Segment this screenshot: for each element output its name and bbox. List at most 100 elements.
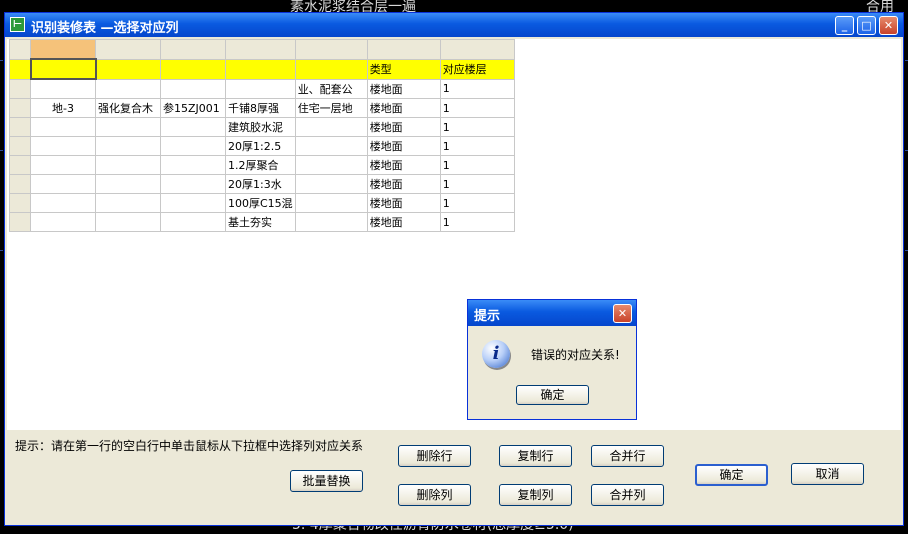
table-cell[interactable]: 20厚1:2.5 — [225, 136, 296, 156]
column-header-cell[interactable] — [95, 39, 161, 60]
table-cell[interactable] — [294, 212, 368, 232]
column-header-cell[interactable] — [294, 39, 368, 60]
table-cell[interactable] — [95, 193, 161, 213]
table-cell[interactable] — [30, 78, 96, 99]
table-cell[interactable] — [294, 155, 368, 175]
mapping-select-cell[interactable] — [95, 58, 161, 80]
row-header-cell[interactable] — [9, 58, 31, 80]
table-cell[interactable]: 千铺8厚强 — [225, 98, 296, 118]
table-cell[interactable]: 1 — [439, 155, 515, 175]
table-cell[interactable] — [30, 212, 96, 232]
row-header-cell[interactable] — [9, 136, 31, 156]
table-cell[interactable]: 楼地面 — [366, 98, 441, 118]
column-header-cell[interactable] — [225, 39, 296, 60]
table-cell[interactable] — [95, 212, 161, 232]
dialog-titlebar[interactable]: 提示 ✕ — [468, 300, 636, 326]
row-header-cell[interactable] — [9, 117, 31, 137]
table-cell[interactable]: 基土夯实 — [225, 212, 296, 232]
table-cell[interactable] — [95, 174, 161, 194]
ok-button[interactable]: 确定 — [695, 464, 768, 486]
table-cell[interactable] — [160, 174, 226, 194]
table-cell[interactable]: 1 — [439, 193, 515, 213]
table-cell[interactable]: 建筑胶水泥 — [225, 117, 296, 137]
app-icon: ⊢ — [10, 17, 25, 32]
copy-column-button[interactable]: 复制列 — [499, 484, 572, 506]
table-cell[interactable] — [225, 78, 296, 99]
row-header-cell[interactable] — [9, 155, 31, 175]
column-header-cell[interactable] — [366, 39, 441, 60]
table-cell[interactable] — [30, 174, 96, 194]
corner-cell[interactable] — [9, 39, 31, 60]
table-cell[interactable] — [294, 136, 368, 156]
table-cell[interactable]: 1 — [439, 98, 515, 118]
row-header-cell[interactable] — [9, 174, 31, 194]
table-cell[interactable] — [30, 136, 96, 156]
row-header-cell[interactable] — [9, 78, 31, 99]
table-cell[interactable]: 强化复合木 — [95, 98, 161, 118]
window-titlebar[interactable]: ⊢ 识别装修表 —选择对应列 _ □ ✕ — [5, 13, 903, 37]
table-cell[interactable]: 参15ZJ001 — [160, 98, 226, 118]
table-cell[interactable]: 楼地面 — [366, 155, 441, 175]
row-header-cell[interactable] — [9, 212, 31, 232]
table-row: 地-3 强化复合木 参15ZJ001 千铺8厚强 住宅一层地 楼地面 1 — [9, 98, 515, 118]
copy-row-button[interactable]: 复制行 — [499, 445, 572, 467]
table-cell[interactable] — [95, 136, 161, 156]
table-cell[interactable]: 地-3 — [30, 98, 96, 118]
table-cell[interactable] — [95, 155, 161, 175]
mapping-select-cell[interactable] — [294, 58, 368, 80]
table-cell[interactable]: 楼地面 — [366, 174, 441, 194]
table-cell[interactable] — [160, 78, 226, 99]
table-cell[interactable]: 楼地面 — [366, 193, 441, 213]
table-cell[interactable] — [294, 174, 368, 194]
merge-column-button[interactable]: 合并列 — [591, 484, 664, 506]
mapping-select-cell[interactable]: 类型 — [366, 58, 441, 80]
table-cell[interactable] — [160, 117, 226, 137]
minimize-button[interactable]: _ — [835, 16, 854, 35]
table-cell[interactable] — [30, 117, 96, 137]
column-header-cell[interactable] — [439, 39, 515, 60]
table-cell[interactable] — [160, 193, 226, 213]
batch-replace-button[interactable]: 批量替换 — [290, 470, 363, 492]
dialog-ok-button[interactable]: 确定 — [516, 385, 589, 405]
table-cell[interactable]: 1 — [439, 174, 515, 194]
table-cell[interactable]: 楼地面 — [366, 212, 441, 232]
column-header-cell[interactable] — [160, 39, 226, 60]
mapping-select-cell[interactable]: 对应楼层 — [439, 58, 515, 80]
table-cell[interactable]: 住宅一层地 — [294, 98, 368, 118]
column-header-cell[interactable] — [30, 39, 96, 60]
table-cell[interactable]: 楼地面 — [366, 136, 441, 156]
table-cell[interactable] — [30, 193, 96, 213]
table-cell[interactable]: 1.2厚聚合 — [225, 155, 296, 175]
table-row: 100厚C15混 楼地面 1 — [9, 193, 515, 213]
close-button[interactable]: ✕ — [879, 16, 898, 35]
table-cell[interactable] — [95, 117, 161, 137]
table-cell[interactable]: 100厚C15混 — [225, 193, 296, 213]
table-cell[interactable] — [30, 155, 96, 175]
table-cell[interactable]: 1 — [439, 136, 515, 156]
delete-column-button[interactable]: 删除列 — [398, 484, 471, 506]
row-header-cell[interactable] — [9, 193, 31, 213]
table-cell[interactable]: 1 — [439, 117, 515, 137]
table-cell[interactable]: 20厚1:3水 — [225, 174, 296, 194]
table-cell[interactable]: 楼地面 — [366, 78, 441, 99]
table-cell[interactable]: 业、配套公 — [294, 78, 368, 99]
merge-row-button[interactable]: 合并行 — [591, 445, 664, 467]
table-cell[interactable] — [160, 155, 226, 175]
mapping-select-cell[interactable] — [225, 58, 296, 80]
table-cell[interactable] — [160, 212, 226, 232]
mapping-select-cell[interactable] — [160, 58, 226, 80]
dialog-close-button[interactable]: ✕ — [613, 304, 632, 323]
table-cell[interactable]: 1 — [439, 212, 515, 232]
mapping-select-cell[interactable] — [29, 58, 97, 80]
table-grid-area[interactable]: 类型 对应楼层 业、配套公 楼地面 1 地-3 强化复合木 参15ZJ001 千… — [7, 39, 901, 430]
table-cell[interactable] — [160, 136, 226, 156]
table-cell[interactable] — [294, 193, 368, 213]
table-cell[interactable]: 1 — [439, 78, 515, 99]
delete-row-button[interactable]: 删除行 — [398, 445, 471, 467]
row-header-cell[interactable] — [9, 98, 31, 118]
cancel-button[interactable]: 取消 — [791, 463, 864, 485]
maximize-button[interactable]: □ — [857, 16, 876, 35]
table-cell[interactable] — [95, 78, 161, 99]
table-cell[interactable] — [294, 117, 368, 137]
table-cell[interactable]: 楼地面 — [366, 117, 441, 137]
